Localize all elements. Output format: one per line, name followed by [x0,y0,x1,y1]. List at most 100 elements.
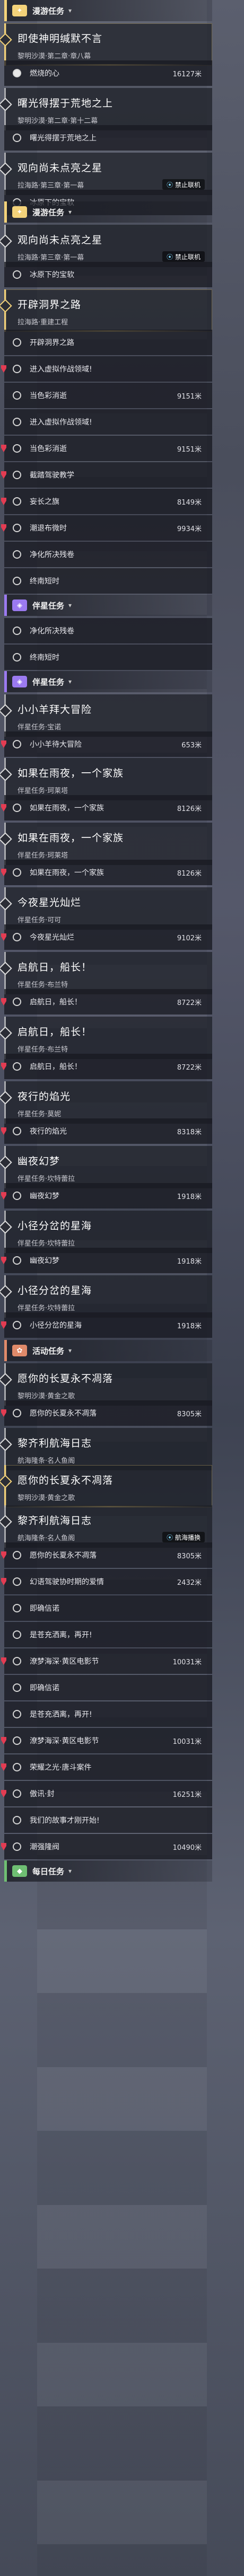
quest-step[interactable]: 今夜星光灿烂 9102米 [1,924,212,950]
quest-step[interactable]: 我们的故事才刚开始! [4,1807,212,1833]
quest-subtitle: 伴星任务·可可 [18,916,62,924]
section-label: 伴星任务 [32,677,65,687]
quest-step[interactable]: 启航日，船长！ 8722米 [1,989,212,1014]
step-label: 截踏驾驶教学 [30,471,74,480]
quest-step[interactable]: 幽夜幻梦 1918米 [1,1183,212,1208]
quest-card[interactable]: 启航日，船长！ 伴星任务·布兰特 [0,1017,212,1059]
quest-step[interactable]: 启航日，船长！ 8722米 [1,1054,212,1079]
quest-title: 今夜星光灿烂 [18,897,82,908]
quest-card[interactable]: 愿你的长夏永不凋落 黎明沙漠·黄金之歌 [0,1465,212,1507]
chevron-down-icon[interactable]: ▾ [68,678,72,685]
quest-step[interactable]: 小径分岔的星海 1918米 [1,1312,212,1338]
quest-step[interactable]: 燃烧的心 16127米 [4,60,212,86]
section-icon: ✿ [12,1345,27,1356]
quest-step[interactable]: 即确信诺 [4,1675,212,1700]
quest-marker-icon [0,832,12,846]
quest-card[interactable]: 开辟洞界之路 拉海路·重建工程 [0,289,212,332]
map-pin-icon [1,1578,6,1585]
step-status-icon [13,740,21,748]
quest-subtitle: 伴星任务·珂莱塔 [18,852,68,860]
step-status-icon [13,497,21,506]
quest-step[interactable]: 即确信诺 [4,1595,212,1621]
step-label: 小小羊待大冒险 [30,740,82,749]
quest-step[interactable]: 净化所决残卷 [4,542,212,567]
quest-step[interactable]: 潮退布微时 9934米 [1,515,212,541]
quest-step[interactable]: 是苍充洒离，再开! [4,1701,212,1727]
quest-step[interactable]: 幽夜幻梦 1918米 [1,1248,212,1273]
section-header[interactable]: ✿ 活动任务 ▾ [4,1340,212,1361]
map-pin-icon [1,740,6,748]
step-distance: 8722米 [177,999,202,1007]
quest-step[interactable]: 截踏驾驶教学 [1,462,212,488]
quest-step[interactable]: 小小羊待大冒险 653米 [1,731,212,757]
quest-card[interactable]: 观向尚未点亮之星 拉海路·第三章·第一幕 ⦿ 禁止联机 [0,225,212,267]
section-header[interactable]: ◈ 伴星任务 ▾ [4,671,212,692]
quest-step[interactable]: 如果在雨夜，一个家族 8126米 [1,860,212,885]
quest-step[interactable]: 是苍充洒离，再开! [4,1622,212,1647]
quest-step[interactable]: 开辟洞界之路 [4,330,212,355]
section-header[interactable]: ✦ 漫游任务 ▾ [4,0,212,21]
quest-step[interactable]: 夜行的焰光 8318米 [1,1118,212,1144]
quest-step[interactable]: 傲讯·封 16251米 [1,1781,212,1806]
chevron-down-icon[interactable]: ▾ [68,1867,72,1875]
quest-title: 观向尚未点亮之星 [18,162,103,174]
section-header[interactable]: ◆ 每日任务 ▾ [4,1860,212,1882]
step-label: 愿你的长夏永不凋落 [30,1409,97,1418]
quest-card[interactable]: 如果在雨夜，一个家族 伴星任务·珂莱塔 [0,758,212,800]
section-label: 漫游任务 [32,207,65,217]
step-label: 即确信诺 [30,1604,59,1613]
step-status-icon [13,471,21,479]
chevron-down-icon[interactable]: ▾ [68,7,72,14]
quest-step[interactable]: 愿你的长夏永不凋落 8305米 [1,1400,212,1426]
quest-step[interactable]: 潦梦海深·黄区电影节 10031米 [1,1728,212,1753]
chevron-down-icon[interactable]: ▾ [68,1347,72,1354]
chevron-down-icon[interactable]: ▾ [68,602,72,609]
quest-card[interactable]: 观向尚未点亮之星 拉海路·第三章·第一幕 ⦿ 禁止联机 [0,153,212,195]
quest-step[interactable]: 潦梦海深·黄区电影节 10031米 [1,1648,212,1674]
quest-step[interactable]: 愿你的长夏永不凋落 8305米 [1,1542,212,1568]
quest-card[interactable]: 即使神明缄默不言 黎明沙漠·第二章·章八幕 [0,23,212,66]
step-label: 幽夜幻梦 [30,1257,59,1265]
quest-card[interactable]: 曙光得摆于荒地之上 黎明沙漠·第二章·第十二幕 [0,88,212,130]
quest-step[interactable]: 潮强隆阀 10490米 [1,1834,212,1859]
quest-marker-icon [0,299,12,313]
quest-step[interactable]: 净化所决残卷 [4,618,212,643]
quest-card[interactable]: 小径分岔的星海 伴星任务·坎特蕾拉 [0,1211,212,1253]
badge-icon: ⦿ [166,253,173,261]
quest-step[interactable]: 终南短时 [4,645,212,670]
map-pin-icon [1,1127,6,1135]
quest-card[interactable]: 黎齐利航海日志 航海隆条·名人鱼阁 [0,1428,212,1470]
step-label: 如果在雨夜，一个家族 [30,869,104,877]
quest-card[interactable]: 愿你的长夏永不凋落 黎明沙漠·黄金之歌 [0,1363,212,1406]
quest-card[interactable]: 小小羊拜大冒险 伴星任务·宝诺 [0,694,212,737]
quest-step[interactable]: 当色彩消逝 9151米 [1,436,212,461]
quest-step[interactable]: 荣耀之光·唐斗案件 [1,1754,212,1780]
map-pin-icon [1,1843,6,1850]
quest-card[interactable]: 如果在雨夜，一个家族 伴星任务·珂莱塔 [0,823,212,865]
quest-step[interactable]: 妄长之旗 8149米 [1,489,212,514]
quest-step[interactable]: 进入虚拟作战领域! [4,409,212,435]
quest-card[interactable]: 幽夜幻梦 伴星任务·坎特蕾拉 [0,1146,212,1188]
quest-card[interactable]: 今夜星光灿烂 伴星任务·可可 [0,887,212,930]
quest-step[interactable]: 进入虚拟作战领域! [1,356,212,382]
quest-step[interactable]: 如果在雨夜，一个家族 8126米 [1,795,212,821]
quest-step[interactable]: 幻语驾驶协时期的爱情 2432米 [1,1569,212,1594]
quest-card[interactable]: 启航日，船长！ 伴星任务·布兰特 [0,952,212,994]
chevron-down-icon[interactable]: ▾ [68,208,72,216]
quest-step[interactable]: 曙光得摆于荒地之上 [4,125,212,151]
badge-label: 禁止联机 [175,181,201,189]
map-pin-icon [1,1551,6,1559]
step-label: 开辟洞界之路 [30,339,74,347]
quest-subtitle: 黎明沙漠·黄金之歌 [18,1494,75,1502]
section-header[interactable]: ✦ 漫游任务 ▾ [4,201,212,223]
step-status-icon [13,653,21,661]
quest-title: 小径分岔的星海 [18,1285,92,1296]
quest-card[interactable]: 小径分岔的星海 伴星任务·坎特蕾拉 [0,1275,212,1318]
section-header[interactable]: ◈ 伴星任务 ▾ [4,595,212,616]
quest-card[interactable]: 黎齐利航海日志 航海隆条·名人鱼阁 ⦿ 航海播换 [0,1505,212,1548]
quest-step[interactable]: 终南短时 [4,568,212,594]
section-label: 每日任务 [32,1866,65,1876]
quest-card[interactable]: 夜行的焰光 伴星任务·莫妮 [0,1081,212,1124]
quest-step[interactable]: 当色彩消逝 9151米 [4,383,212,408]
quest-step[interactable]: 冰原下的宝软 [4,262,212,287]
